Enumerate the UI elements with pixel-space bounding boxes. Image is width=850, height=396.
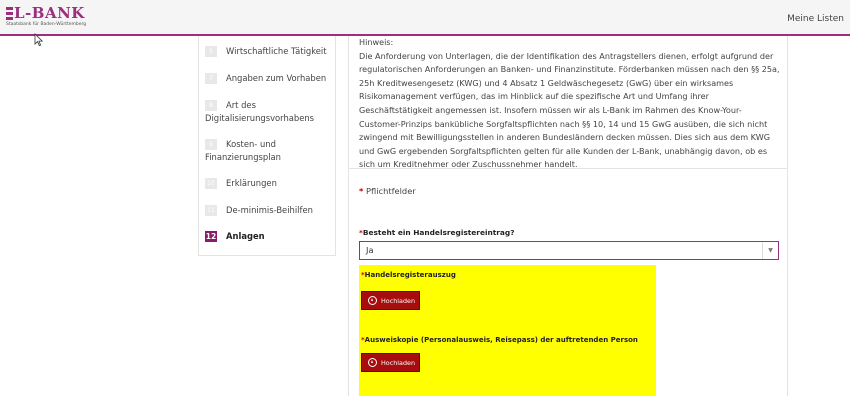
upload-highlight-area: *Handelsregisterauszug Hochladen *Auswei…: [359, 265, 656, 396]
meine-listen-link[interactable]: Meine Listen: [787, 14, 844, 24]
step-kosten-und-finanzierungsplan[interactable]: 9 Kosten- und Finanzierungsplan: [205, 138, 331, 164]
step-label-continued: Finanzierungsplan: [205, 152, 281, 162]
step-art-des-digitalisierungsvorhabens[interactable]: 8 Art des Digitalisierungsvorhabens: [205, 99, 331, 125]
step-label: Angaben zum Vorhaben: [226, 73, 327, 83]
upload-icon: [368, 358, 377, 367]
step-number: 8: [205, 100, 217, 111]
step-sidebar: 5 Wirtschaftliche Tätigkeit 7 Angaben zu…: [198, 36, 336, 256]
upload-button-handelsregisterauszug[interactable]: Hochladen: [361, 291, 420, 310]
step-erklaerungen[interactable]: 10 Erklärungen: [205, 177, 331, 190]
step-de-minimis-beihilfen[interactable]: 11 De-minimis-Beihilfen: [205, 204, 331, 217]
hint-text: Die Anforderung von Unterlagen, die der …: [359, 50, 780, 170]
upload-button-ausweiskopie[interactable]: Hochladen: [361, 353, 420, 372]
upload-label-text: Handelsregisterauszug: [364, 271, 456, 279]
upload-label-handelsregisterauszug: *Handelsregisterauszug: [361, 271, 456, 279]
select-value: Ja: [366, 245, 374, 255]
hint-box: Hinweis: Die Anforderung von Unterlagen,…: [359, 36, 783, 172]
upload-button-label: Hochladen: [381, 296, 416, 305]
step-number: 9: [205, 139, 217, 150]
hint-title: Hinweis:: [359, 37, 394, 47]
logo-bars-icon: [6, 7, 13, 20]
step-anlagen-active[interactable]: 12 Anlagen: [205, 230, 331, 243]
required-note-text: Pflichtfelder: [365, 186, 416, 196]
step-number: 11: [205, 205, 217, 216]
step-label: Art des: [226, 100, 256, 110]
logo-text: L-BANK: [14, 4, 85, 22]
step-number: 12: [205, 231, 217, 242]
step-label: Wirtschaftliche Tätigkeit: [226, 46, 327, 56]
section-divider: [349, 168, 787, 169]
step-label: Kosten- und: [226, 139, 276, 149]
upload-label-ausweiskopie: *Ausweiskopie (Personalausweis, Reisepas…: [361, 336, 638, 344]
handelsregister-select[interactable]: Ja ▼: [359, 241, 779, 260]
step-number: 5: [205, 46, 217, 57]
app-header: L-BANK Staatsbank für Baden-Württemberg …: [0, 0, 850, 36]
upload-label-text: Ausweiskopie (Personalausweis, Reisepass…: [364, 336, 638, 344]
upload-icon: [368, 296, 377, 305]
step-angaben-zum-vorhaben[interactable]: 7 Angaben zum Vorhaben: [205, 72, 331, 85]
step-number: 7: [205, 73, 217, 84]
step-label-continued: Digitalisierungsvorhabens: [205, 113, 315, 123]
upload-button-label: Hochladen: [381, 358, 416, 367]
step-label: Erklärungen: [226, 178, 277, 188]
step-number: 10: [205, 178, 217, 189]
mouse-cursor-icon: [34, 33, 44, 47]
required-marker: *: [359, 186, 364, 196]
logo-subtitle: Staatsbank für Baden-Württemberg: [6, 22, 87, 27]
question-text: Besteht ein Handelsregistereintrag?: [362, 228, 515, 237]
step-label: Anlagen: [226, 231, 265, 241]
step-label: De-minimis-Beihilfen: [226, 205, 313, 215]
handelsregister-question-label: *Besteht ein Handelsregistereintrag?: [359, 228, 515, 237]
main-content: Hinweis: Die Anforderung von Unterlagen,…: [348, 36, 788, 396]
l-bank-logo[interactable]: L-BANK Staatsbank für Baden-Württemberg: [6, 6, 86, 27]
chevron-down-icon[interactable]: ▼: [762, 242, 778, 259]
required-fields-note: * Pflichtfelder: [359, 186, 416, 196]
step-wirtschaftliche-taetigkeit[interactable]: 5 Wirtschaftliche Tätigkeit: [205, 45, 331, 58]
